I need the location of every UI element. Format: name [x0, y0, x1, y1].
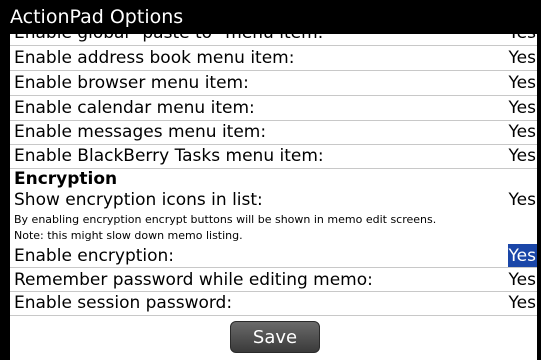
divider	[10, 315, 537, 316]
encryption-note-line-1: By enabling encryption encrypt buttons w…	[14, 213, 437, 226]
option-label: Enable BlackBerry Tasks menu item:	[14, 146, 324, 166]
option-value[interactable]: Yes	[508, 188, 537, 212]
option-label: Remember password while editing memo:	[14, 270, 373, 290]
window-title: ActionPad Options	[4, 0, 537, 34]
option-row-messages[interactable]: Enable messages menu item: Yes	[14, 120, 537, 144]
option-value[interactable]: Yes	[508, 46, 537, 70]
options-list: Enable global "paste to" menu item: Yes …	[10, 34, 537, 360]
option-value-selected[interactable]: Yes	[507, 244, 537, 268]
options-screen: ActionPad Options Enable global "paste t…	[0, 0, 541, 360]
option-row-remember-password[interactable]: Remember password while editing memo: Ye…	[14, 268, 537, 292]
option-row-blackberry-tasks[interactable]: Enable BlackBerry Tasks menu item: Yes	[14, 144, 537, 168]
option-value[interactable]: Yes	[508, 34, 537, 45]
option-value[interactable]: Yes	[508, 291, 537, 315]
option-label: Enable browser menu item:	[14, 73, 249, 93]
option-label: Enable encryption:	[14, 246, 175, 266]
option-value[interactable]: Yes	[508, 144, 537, 168]
option-label: Enable calendar menu item:	[14, 98, 255, 118]
option-row-show-encryption-icons[interactable]: Show encryption icons in list: Yes	[14, 188, 537, 212]
option-label: Show encryption icons in list:	[14, 190, 263, 210]
option-row-enable-encryption[interactable]: Enable encryption: Yes	[14, 244, 537, 268]
option-value[interactable]: Yes	[508, 120, 537, 144]
option-row-calendar[interactable]: Enable calendar menu item: Yes	[14, 96, 537, 120]
option-label: Enable global "paste to" menu item:	[14, 34, 323, 45]
option-value[interactable]: Yes	[508, 268, 537, 292]
encryption-note-line-2: Note: this might slow down memo listing.	[14, 229, 243, 242]
option-row-session-password[interactable]: Enable session password: Yes	[14, 291, 537, 315]
option-row-address-book[interactable]: Enable address book menu item: Yes	[14, 46, 537, 70]
option-row-browser[interactable]: Enable browser menu item: Yes	[14, 71, 537, 95]
option-row-paste-to[interactable]: Enable global "paste to" menu item: Yes	[14, 34, 537, 45]
option-label: Enable messages menu item:	[14, 122, 267, 142]
encryption-section-title: Encryption	[14, 169, 118, 189]
option-label: Enable address book menu item:	[14, 48, 295, 68]
option-value[interactable]: Yes	[508, 71, 537, 95]
option-value[interactable]: Yes	[508, 96, 537, 120]
option-label: Enable session password:	[14, 293, 233, 313]
save-button[interactable]: Save	[230, 321, 320, 353]
